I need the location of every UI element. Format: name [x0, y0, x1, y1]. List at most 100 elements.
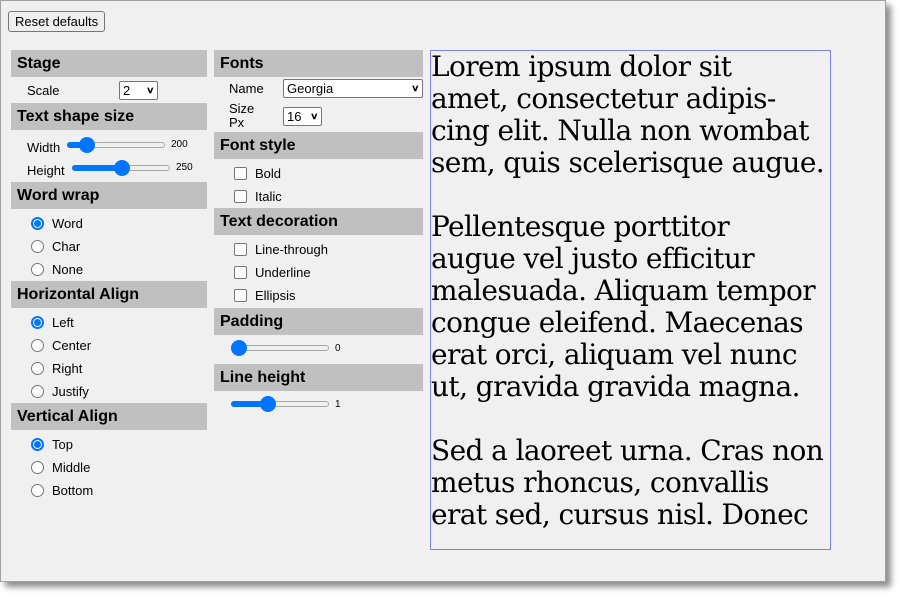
option-label: Char [52, 239, 81, 254]
radio-center[interactable] [31, 339, 44, 352]
text-shape-size-header: Text shape size [11, 103, 207, 130]
radio-top[interactable] [31, 438, 44, 451]
width-label: Width [27, 140, 61, 155]
font-size-label: Size Px [229, 102, 283, 130]
vertical-align-option-bottom[interactable]: Bottom [11, 479, 207, 502]
preview-paragraph-1: Lorem ipsum dolor sit amet, consectetur … [431, 50, 825, 179]
word-wrap-option-word[interactable]: Word [11, 212, 207, 235]
scale-select[interactable]: 2 ∨ [119, 80, 158, 100]
word-wrap-option-char[interactable]: Char [11, 235, 207, 258]
horizontal-align-group: Left Center Right Justify [11, 308, 207, 403]
slider-thumb[interactable] [79, 136, 96, 153]
chevron-down-icon: ∨ [146, 84, 155, 95]
preview-paragraph-3: Sed a laoreet urna. Cras non metus rhonc… [431, 434, 824, 531]
padding-slider[interactable] [231, 340, 329, 356]
height-value: 250 [176, 162, 193, 173]
line-height-slider[interactable] [231, 396, 329, 412]
chevron-down-icon: ∨ [310, 110, 319, 121]
font-name-value: Georgia [287, 81, 334, 96]
slider-thumb[interactable] [259, 396, 276, 412]
word-wrap-option-none[interactable]: None [11, 258, 207, 281]
vertical-align-group: Top Middle Bottom [11, 430, 207, 502]
scale-row: Scale 2 ∨ [11, 77, 207, 103]
horizontal-align-option-right[interactable]: Right [11, 357, 207, 380]
checkbox-bold[interactable] [234, 167, 247, 180]
height-label: Height [27, 163, 65, 178]
option-label: None [52, 262, 84, 277]
option-label: Bold [255, 166, 282, 181]
option-label: Bottom [52, 483, 94, 498]
vertical-align-option-middle[interactable]: Middle [11, 456, 207, 479]
font-name-row: Name Georgia ∨ [214, 77, 423, 100]
option-label: Line-through [255, 242, 328, 257]
text-decoration-option-underline[interactable]: Underline [214, 261, 423, 284]
option-label: Top [52, 437, 73, 452]
horizontal-align-header: Horizontal Align [11, 281, 207, 308]
slider-thumb[interactable] [113, 159, 130, 176]
option-label: Center [52, 338, 92, 353]
font-size-label-line2: Px [229, 115, 245, 130]
radio-left[interactable] [31, 316, 44, 329]
slider-thumb[interactable] [231, 340, 247, 356]
font-size-row: Size Px 16 ∨ [214, 100, 423, 132]
font-size-value: 16 [287, 108, 302, 124]
font-style-option-italic[interactable]: Italic [214, 185, 423, 208]
radio-bottom[interactable] [31, 484, 44, 497]
line-height-row: 1 [214, 391, 423, 417]
font-style-group: Bold Italic [214, 159, 423, 208]
vertical-align-header: Vertical Align [11, 403, 207, 430]
text-decoration-header: Text decoration [214, 208, 423, 235]
checkbox-ellipsis[interactable] [234, 289, 247, 302]
reset-defaults-button[interactable]: Reset defaults [8, 11, 106, 32]
horizontal-align-option-center[interactable]: Center [11, 334, 207, 357]
radio-right[interactable] [31, 362, 44, 375]
font-size-select[interactable]: 16 ∨ [283, 106, 322, 126]
width-value: 200 [171, 139, 188, 150]
option-label: Ellipsis [255, 288, 296, 303]
width-row: Width 200 [11, 133, 207, 156]
font-name-select[interactable]: Georgia ∨ [283, 79, 423, 98]
chevron-down-icon: ∨ [411, 83, 420, 93]
text-decoration-option-line-through[interactable]: Line-through [214, 238, 423, 261]
radio-justify[interactable] [31, 385, 44, 398]
padding-row: 0 [214, 335, 423, 361]
text-preview-box[interactable]: Lorem ipsum dolor sit amet, consectetur … [430, 50, 831, 550]
width-slider[interactable] [67, 136, 165, 153]
checkbox-underline[interactable] [234, 266, 247, 279]
stage-header: Stage [11, 50, 207, 77]
radio-none[interactable] [31, 263, 44, 276]
text-decoration-option-ellipsis[interactable]: Ellipsis [214, 284, 423, 307]
line-height-value: 1 [335, 398, 341, 410]
option-label: Right [52, 361, 83, 376]
option-label: Middle [52, 460, 91, 475]
checkbox-line-through[interactable] [234, 243, 247, 256]
word-wrap-group: Word Char None [11, 209, 207, 281]
font-name-label: Name [229, 81, 264, 96]
padding-header: Padding [214, 308, 423, 335]
controls-column-middle: Fonts Name Georgia ∨ Size Px 16 ∨ Font s… [214, 50, 423, 417]
option-label: Left [52, 315, 74, 330]
horizontal-align-option-left[interactable]: Left [11, 311, 207, 334]
font-size-label-line1: Size [229, 101, 255, 116]
option-label: Word [52, 216, 83, 231]
controls-column-left: Stage Scale 2 ∨ Text shape size Width 20… [11, 50, 207, 502]
font-style-option-bold[interactable]: Bold [214, 162, 423, 185]
checkbox-italic[interactable] [234, 190, 247, 203]
horizontal-align-option-justify[interactable]: Justify [11, 380, 207, 403]
preview-paragraph-2: Pellentesque porttitor augue vel justo e… [431, 210, 816, 403]
text-decoration-group: Line-through Underline Ellipsis [214, 235, 423, 307]
radio-word[interactable] [31, 217, 44, 230]
vertical-align-option-top[interactable]: Top [11, 433, 207, 456]
line-height-header: Line height [214, 364, 423, 391]
padding-value: 0 [335, 342, 341, 354]
fonts-header: Fonts [214, 50, 423, 77]
height-slider[interactable] [72, 159, 170, 176]
radio-char[interactable] [31, 240, 44, 253]
option-label: Italic [255, 189, 282, 204]
height-row: Height 250 [11, 156, 207, 179]
scale-value: 2 [123, 82, 131, 98]
radio-middle[interactable] [31, 461, 44, 474]
word-wrap-header: Word wrap [11, 182, 207, 209]
app-window: Reset defaults Stage Scale 2 ∨ Text shap… [0, 0, 886, 582]
option-label: Underline [255, 265, 311, 280]
